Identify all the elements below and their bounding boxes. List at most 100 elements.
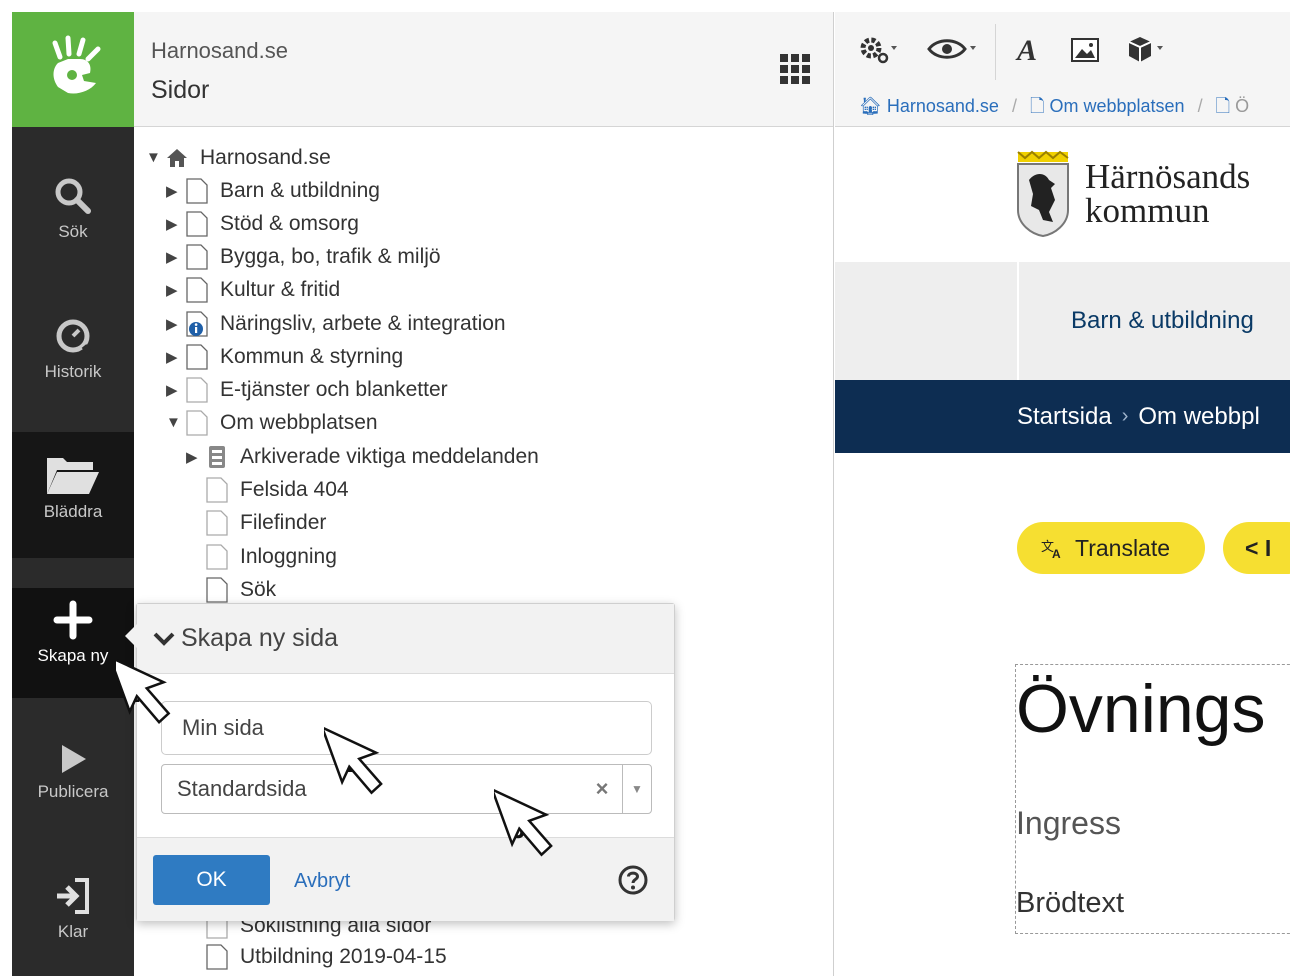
home-icon [167, 148, 187, 167]
menu-item[interactable]: Barn & utbildning [1017, 262, 1290, 380]
breadcrumb-current[interactable]: Om webbpl [1138, 403, 1259, 431]
dialog-header[interactable]: Skapa ny sida [137, 604, 674, 674]
tree-item-label: E-tjänster och blanketter [220, 377, 448, 401]
tree-item-label: Utbildning 2019-04-15 [240, 944, 447, 968]
page-icon [186, 276, 208, 303]
tree-item[interactable]: Inloggning [206, 540, 337, 573]
expand-icon[interactable]: ▶ [166, 315, 186, 333]
image-icon[interactable] [1071, 38, 1099, 62]
expand-icon[interactable]: ▶ [166, 182, 186, 200]
home-icon: 🏠︎ [859, 96, 882, 116]
nav-done[interactable]: Klar [12, 864, 134, 964]
page-icon [186, 177, 208, 204]
translate-icon: 文A [1041, 540, 1061, 559]
translate-button[interactable]: 文A Translate [1017, 522, 1205, 574]
page-name-input[interactable] [161, 701, 652, 755]
chevron-down-icon[interactable] [153, 631, 175, 647]
expand-icon[interactable]: ▶ [166, 248, 186, 266]
block-icon[interactable] [1127, 34, 1167, 66]
search-icon [53, 164, 93, 216]
exit-icon [53, 864, 93, 916]
clear-icon[interactable]: × [582, 776, 622, 802]
tree-item[interactable]: ▶ Bygga, bo, trafik & miljö [166, 240, 441, 273]
tree-item[interactable]: ▼ Om webbplatsen [166, 406, 378, 439]
expand-icon[interactable]: ▶ [166, 215, 186, 233]
tree-header: Harnosand.se Sidor [134, 12, 833, 127]
view-icon[interactable] [927, 36, 977, 62]
page-icon [206, 943, 228, 970]
expand-icon[interactable]: ▶ [166, 348, 186, 366]
history-icon [53, 304, 93, 356]
tree-item[interactable]: ▶ Barn & utbildning [166, 174, 380, 207]
tree-item[interactable]: Filefinder [206, 506, 326, 539]
toolbar-divider [995, 24, 996, 80]
apps-grid-icon[interactable] [780, 54, 810, 84]
tree-item[interactable]: Sök [206, 573, 276, 606]
nav-history[interactable]: Historik [12, 304, 134, 424]
collapse-icon[interactable]: ▼ [146, 149, 166, 166]
nav-search-label: Sök [58, 222, 88, 241]
tree-item[interactable]: ▶ Stöd & omsorg [166, 207, 359, 240]
brand-line2: kommun [1085, 191, 1210, 230]
tree-item[interactable]: ▶ Näringsliv, arbete & integration [166, 307, 506, 340]
breadcrumb-separator: / [1011, 96, 1017, 116]
page-icon: 🗋︎ [1030, 96, 1045, 116]
tree-item-label: Näringsliv, arbete & integration [220, 311, 506, 335]
nav-done-label: Klar [57, 922, 89, 941]
share-button[interactable]: < I [1223, 522, 1290, 574]
tree-item[interactable]: ▶ Arkiverade viktiga meddelanden [186, 440, 539, 473]
nav-history-label: Historik [44, 362, 102, 381]
collapse-icon[interactable]: ▼ [166, 414, 186, 431]
breadcrumb-link[interactable]: Harnosand.se [887, 96, 999, 116]
tree-item-label: Bygga, bo, trafik & miljö [220, 244, 441, 268]
breadcrumb-link[interactable]: Om webbplatsen [1050, 96, 1185, 116]
page-icon [206, 476, 228, 503]
site-name: Harnosand.se [151, 38, 288, 63]
expand-icon[interactable]: ▶ [166, 381, 186, 399]
folder-icon [45, 444, 101, 496]
expand-icon[interactable]: ▶ [186, 448, 206, 466]
coat-of-arms-icon [1017, 150, 1069, 238]
logo[interactable] [12, 12, 134, 127]
expand-icon[interactable]: ▶ [166, 281, 186, 299]
ingress-field[interactable]: Ingress [1016, 805, 1121, 842]
content-editor[interactable]: Övnings Ingress Brödtext [1015, 664, 1290, 934]
share-label: < I [1245, 534, 1272, 561]
municipality-logo[interactable]: Härnösands kommun [1015, 150, 1250, 238]
body-text-field[interactable]: Brödtext [1016, 887, 1124, 920]
page-icon [186, 343, 208, 370]
ok-button[interactable]: OK [153, 855, 270, 905]
page-heading[interactable]: Övnings [1016, 670, 1265, 748]
tree-item-label: Barn & utbildning [220, 178, 380, 202]
tree-item[interactable]: ▶ Kommun & styrning [166, 340, 403, 373]
plus-icon [53, 588, 93, 640]
tree-root-label: Harnosand.se [200, 145, 331, 169]
tree-item[interactable]: Felsida 404 [206, 473, 349, 506]
page-icon [186, 243, 208, 270]
page-type-select[interactable]: Standardsida × ▼ [161, 764, 652, 814]
hand-logo-icon [52, 35, 101, 94]
page-icon [186, 210, 208, 237]
text-style-icon[interactable]: A [1015, 34, 1043, 64]
help-icon[interactable] [617, 864, 649, 896]
page-preview: Härnösands kommun Barn & utbildning Star… [835, 128, 1290, 976]
nav-create-label: Skapa ny [37, 646, 109, 665]
tree-item[interactable]: Utbildning 2019-04-15 [206, 940, 447, 973]
chevron-right-icon: › [1121, 405, 1129, 427]
archive-icon [209, 445, 225, 468]
cancel-link[interactable]: Avbryt [294, 870, 350, 893]
editor-breadcrumb: 🏠︎ Harnosand.se / 🗋︎ Om webbplatsen / 🗋︎… [859, 94, 1249, 124]
nav-search[interactable]: Sök [12, 164, 134, 284]
tree-item[interactable]: ▶ Kultur & fritid [166, 273, 340, 306]
nav-browse[interactable]: Bläddra [12, 432, 134, 558]
caret-down-icon[interactable]: ▼ [623, 782, 651, 796]
page-icon [186, 376, 208, 403]
breadcrumb-link[interactable]: Startsida [1017, 403, 1112, 431]
settings-icon[interactable] [859, 36, 899, 64]
page-info-icon [186, 310, 208, 337]
page-icon: 🗋︎ [1215, 96, 1231, 116]
tree-root[interactable]: ▼ Harnosand.se [146, 141, 331, 174]
tree-item[interactable]: ▶ E-tjänster och blanketter [166, 373, 448, 406]
breadcrumb-link[interactable]: Ö [1235, 96, 1249, 116]
page-icon [206, 509, 228, 536]
